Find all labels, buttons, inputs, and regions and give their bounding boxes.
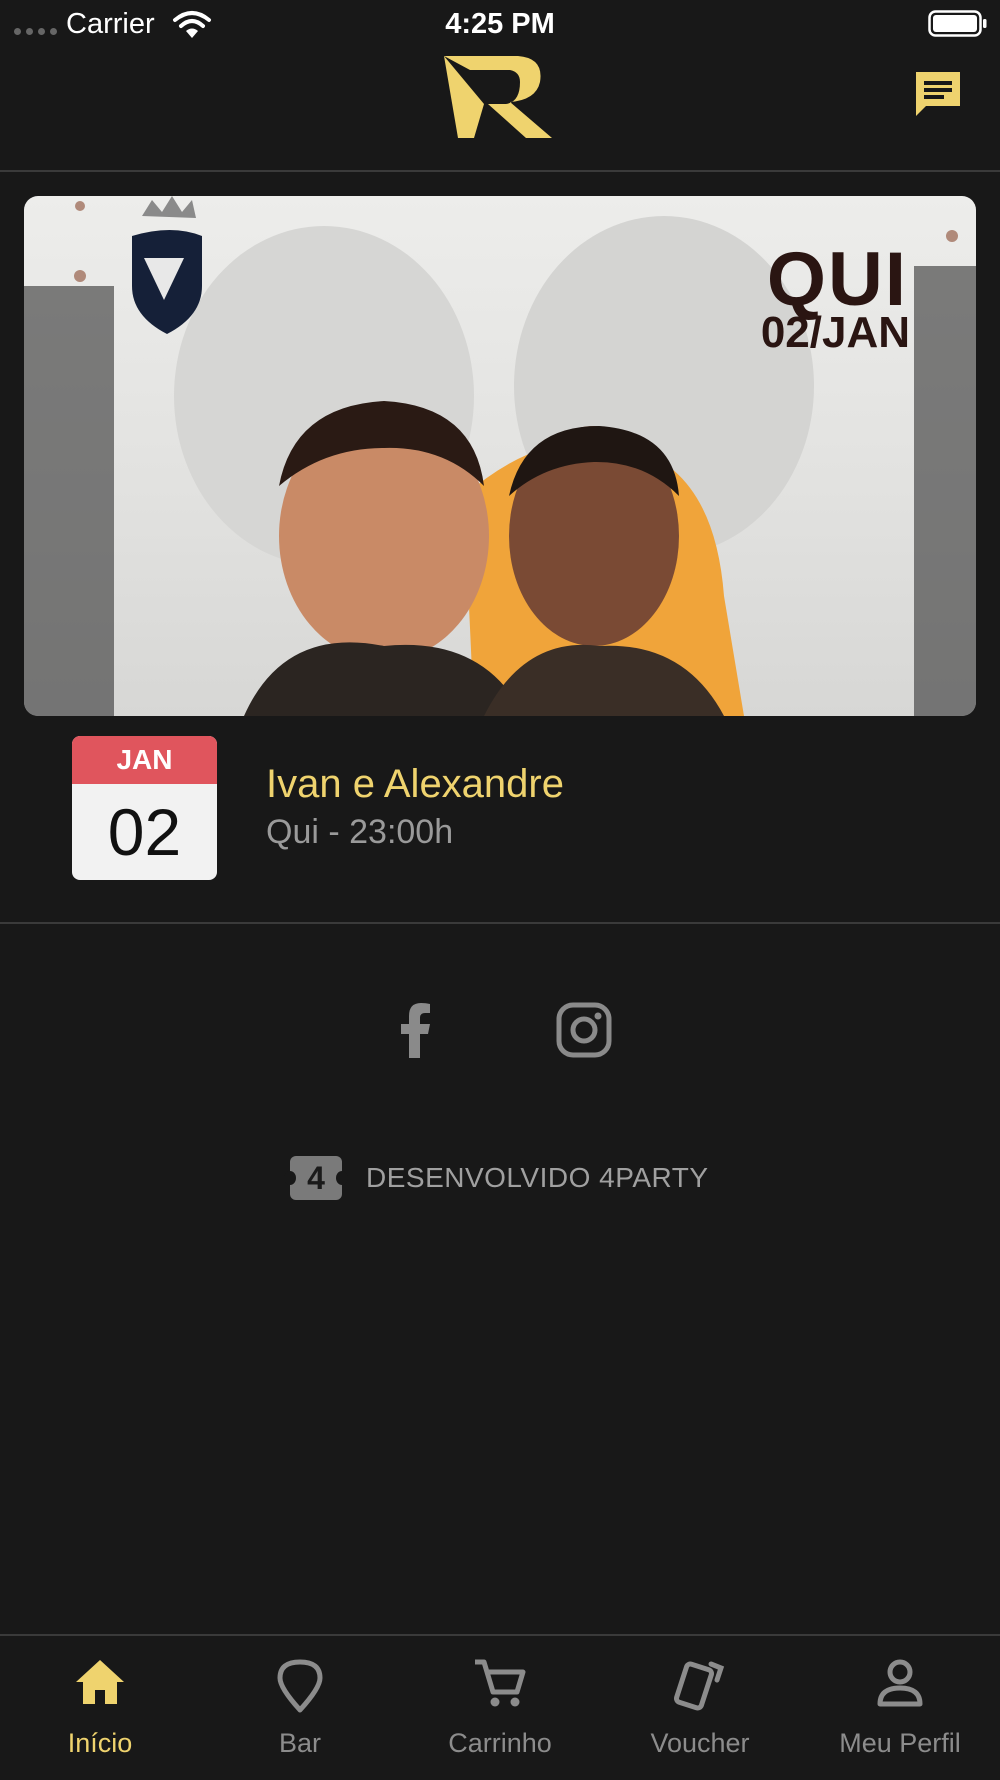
- developer-credit: 4 DESENVOLVIDO 4PARTY: [284, 1156, 709, 1200]
- event-month: JAN: [72, 736, 217, 784]
- event-banner[interactable]: QUI 02/JAN: [24, 196, 976, 716]
- tab-voucher[interactable]: Voucher: [600, 1636, 800, 1780]
- venue-logo-icon: [440, 52, 556, 147]
- tab-inicio[interactable]: Início: [0, 1636, 200, 1780]
- cart-icon: [473, 1658, 527, 1715]
- home-icon: [74, 1658, 126, 1711]
- status-time: 4:25 PM: [445, 8, 555, 40]
- voucher-cards-icon: [673, 1658, 727, 1717]
- tab-meu-perfil[interactable]: Meu Perfil: [800, 1636, 1000, 1780]
- tab-bar: Início Bar Carrinho Voucher Meu Perfil: [0, 1634, 1000, 1780]
- tab-label: Bar: [278, 1728, 322, 1758]
- ticket-icon: 4: [284, 1156, 348, 1200]
- tab-label: Meu Perfil: [839, 1728, 961, 1758]
- tab-carrinho[interactable]: Carrinho: [400, 1636, 600, 1780]
- divider: [0, 922, 1000, 924]
- tab-label: Início: [67, 1728, 133, 1758]
- battery-icon: [928, 10, 988, 43]
- event-time: Qui - 23:00h: [266, 813, 454, 851]
- tab-label: Voucher: [650, 1728, 750, 1758]
- calendar-date-badge: JAN 02: [72, 736, 217, 880]
- tab-bar-venue[interactable]: Bar: [200, 1636, 400, 1780]
- location-pin-icon: [276, 1658, 324, 1719]
- status-bar: Carrier 4:25 PM: [0, 0, 1000, 48]
- tab-label: Carrinho: [448, 1728, 552, 1758]
- app-header: [0, 48, 1000, 172]
- credit-text: DESENVOLVIDO 4PARTY: [366, 1162, 709, 1193]
- instagram-icon[interactable]: [556, 1002, 612, 1063]
- event-title[interactable]: Ivan e Alexandre: [266, 762, 564, 807]
- facebook-icon[interactable]: [392, 1002, 440, 1063]
- profile-icon: [876, 1658, 924, 1713]
- event-day: 02: [107, 795, 182, 869]
- banner-date: 02/JAN: [760, 308, 910, 357]
- chat-icon[interactable]: [912, 68, 964, 125]
